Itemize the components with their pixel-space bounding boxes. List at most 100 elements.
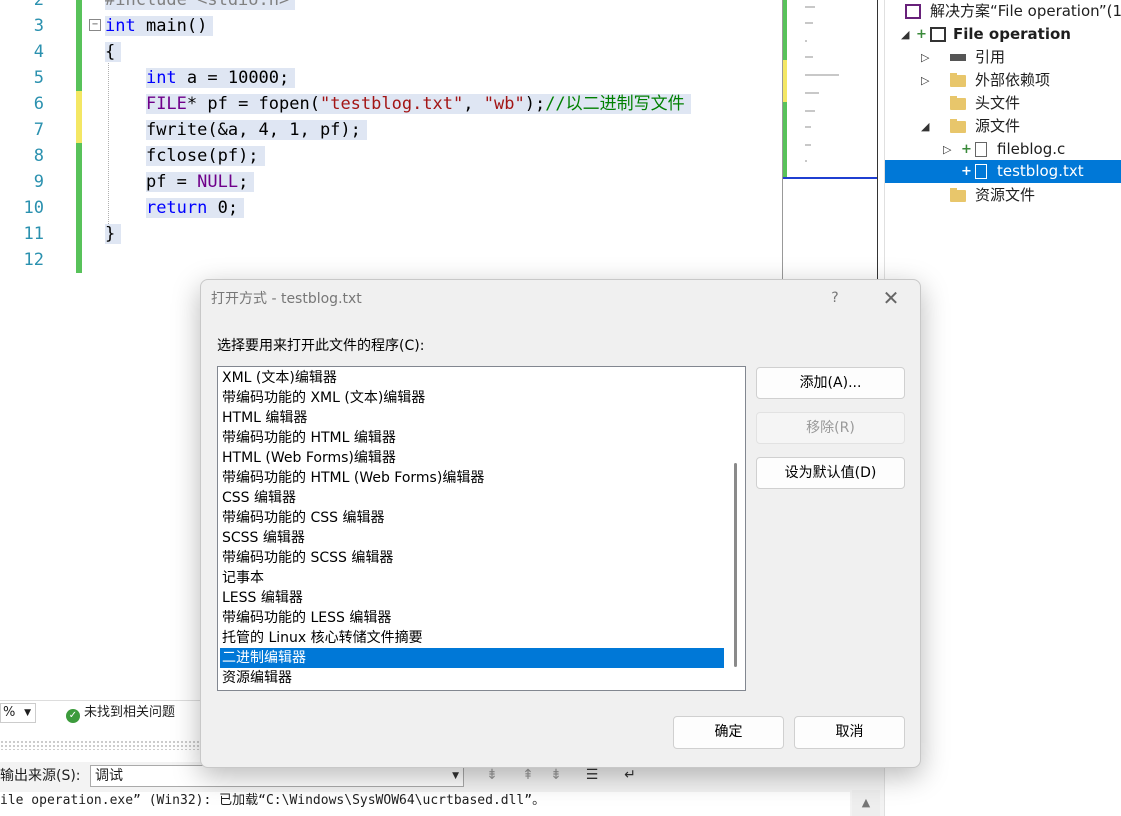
- next-message-icon[interactable]: ⇟: [546, 766, 566, 784]
- tree-item-source-files[interactable]: ◢ 源文件: [885, 115, 1121, 138]
- code-line: fwrite(&a, 4, 1, pf);: [105, 117, 367, 143]
- fold-toggle[interactable]: −: [89, 19, 101, 31]
- minimap-line: [805, 22, 813, 24]
- minimap-line: [805, 126, 811, 128]
- list-item[interactable]: HTML (Web Forms)编辑器: [220, 448, 724, 468]
- code-text: {: [105, 42, 122, 62]
- list-item[interactable]: 记事本: [220, 568, 724, 588]
- code-line: return 0;: [105, 195, 245, 221]
- tree-item-references[interactable]: ▷ 引用: [885, 46, 1121, 69]
- goto-error-icon[interactable]: ⇟: [482, 766, 502, 784]
- list-item[interactable]: LESS 编辑器: [220, 588, 724, 608]
- ok-button[interactable]: 确定: [673, 716, 784, 749]
- string-literal: "wb": [483, 94, 525, 114]
- list-item[interactable]: 带编码功能的 XML (文本)编辑器: [220, 388, 724, 408]
- code-line: int a = 10000;: [105, 65, 296, 91]
- close-icon[interactable]: ✕: [879, 286, 903, 310]
- help-icon[interactable]: ?: [827, 288, 843, 308]
- line-number: 12: [23, 250, 44, 270]
- minimap-line: [805, 74, 839, 76]
- minimap-change-marker: [783, 102, 787, 178]
- minimap-line: [805, 110, 815, 112]
- clear-all-icon[interactable]: ☰: [582, 766, 602, 784]
- list-item[interactable]: SCSS 编辑器: [220, 528, 724, 548]
- solution-icon: [905, 4, 921, 19]
- string-literal: "testblog.txt": [319, 94, 464, 114]
- list-item[interactable]: 带编码功能的 LESS 编辑器: [220, 608, 724, 628]
- code-line: #include <stdio.h>: [105, 0, 296, 13]
- chevron-down-icon: ▼: [24, 708, 31, 718]
- expanded-arrow-icon[interactable]: ◢: [901, 23, 909, 46]
- keyword: int: [105, 16, 136, 36]
- line-number: 11: [23, 224, 44, 244]
- tree-item-label: testblog.txt: [997, 162, 1084, 180]
- previous-message-icon[interactable]: ⇞: [518, 766, 538, 784]
- code-text: pf =: [145, 172, 198, 192]
- editor-minimap[interactable]: [782, 0, 878, 280]
- check-circle-icon: ✓: [66, 709, 80, 723]
- list-item[interactable]: 资源编辑器: [220, 668, 724, 688]
- line-number: 2: [33, 0, 44, 10]
- list-item[interactable]: HTML 编辑器: [220, 408, 724, 428]
- output-text: ile operation.exe” (Win32): 已加载“C:\Windo…: [0, 792, 850, 816]
- collapsed-arrow-icon[interactable]: ▷: [943, 138, 951, 161]
- tree-item-project[interactable]: ◢ + File operation: [885, 23, 1121, 46]
- code-text: }: [105, 224, 122, 244]
- list-item[interactable]: 托管的 Linux 核心转储文件摘要: [220, 628, 724, 648]
- collapsed-arrow-icon[interactable]: ▷: [921, 46, 929, 69]
- output-source-value: 调试: [95, 768, 123, 784]
- code-text: ,: [463, 94, 484, 114]
- add-button[interactable]: 添加(A)...: [756, 367, 905, 399]
- remove-button[interactable]: 移除(R): [756, 412, 905, 444]
- list-item[interactable]: XML (文本)编辑器: [220, 368, 724, 388]
- include-directive: #include <stdio.h>: [105, 0, 296, 10]
- keyword: int: [145, 68, 177, 88]
- code-text: main(): [135, 16, 208, 36]
- c-file-icon: [975, 142, 987, 157]
- code-line: fclose(pf);: [105, 143, 265, 169]
- tree-item-fileblog-c[interactable]: ▷ + fileblog.c: [885, 138, 1121, 161]
- cancel-button[interactable]: 取消: [794, 716, 905, 749]
- output-source-select[interactable]: 调试 ▼: [90, 765, 464, 787]
- program-list[interactable]: XML (文本)编辑器 带编码功能的 XML (文本)编辑器 HTML 编辑器 …: [217, 366, 746, 691]
- issues-text: 未找到相关问题: [84, 705, 176, 720]
- open-with-dialog: 打开方式 - testblog.txt ? ✕ 选择要用来打开此文件的程序(C)…: [200, 279, 921, 768]
- set-default-button[interactable]: 设为默认值(D): [756, 457, 905, 489]
- tree-item-header-files[interactable]: 头文件: [885, 92, 1121, 115]
- list-item-selected[interactable]: 二进制编辑器: [220, 648, 724, 668]
- code-line: {: [105, 39, 122, 65]
- list-item[interactable]: CSS 编辑器: [220, 488, 724, 508]
- line-number: 4: [33, 42, 44, 62]
- tree-item-solution[interactable]: 解决方案“File operation”(1: [885, 0, 1121, 23]
- folder-icon: [950, 188, 966, 202]
- tree-item-label: 源文件: [975, 117, 1021, 135]
- code-text: a = 10000;: [176, 68, 290, 88]
- list-scrollbar-thumb[interactable]: [734, 463, 737, 667]
- tree-item-resource-files[interactable]: 资源文件: [885, 184, 1121, 207]
- word-wrap-icon[interactable]: ↵: [620, 766, 640, 784]
- tree-item-testblog-txt[interactable]: + testblog.txt: [885, 160, 1121, 183]
- issues-indicator[interactable]: ✓ 未找到相关问题: [66, 704, 175, 723]
- minimap-line: [805, 92, 819, 94]
- minimap-line: [805, 6, 815, 8]
- chevron-down-icon: ▼: [452, 771, 459, 781]
- tree-item-label: File operation: [953, 25, 1071, 43]
- zoom-value: %: [3, 705, 16, 720]
- zoom-dropdown[interactable]: % ▼: [0, 703, 36, 723]
- expanded-arrow-icon[interactable]: ◢: [921, 115, 929, 138]
- minimap-change-marker: [783, 0, 787, 60]
- change-marker-saved: [76, 143, 82, 273]
- collapsed-arrow-icon[interactable]: ▷: [921, 69, 929, 92]
- tree-item-external-deps[interactable]: ▷ 外部依赖项: [885, 69, 1121, 92]
- list-item[interactable]: 带编码功能的 SCSS 编辑器: [220, 548, 724, 568]
- tree-item-label: 头文件: [975, 94, 1021, 112]
- plus-icon: +: [916, 27, 927, 42]
- text-file-icon: [975, 164, 987, 179]
- list-item[interactable]: 带编码功能的 CSS 编辑器: [220, 508, 724, 528]
- line-number: 8: [33, 146, 44, 166]
- line-number: 7: [33, 120, 44, 140]
- scroll-up-icon[interactable]: ▲: [852, 790, 880, 816]
- list-item[interactable]: 带编码功能的 HTML 编辑器: [220, 428, 724, 448]
- dialog-prompt: 选择要用来打开此文件的程序(C):: [217, 338, 425, 354]
- list-item[interactable]: 带编码功能的 HTML (Web Forms)编辑器: [220, 468, 724, 488]
